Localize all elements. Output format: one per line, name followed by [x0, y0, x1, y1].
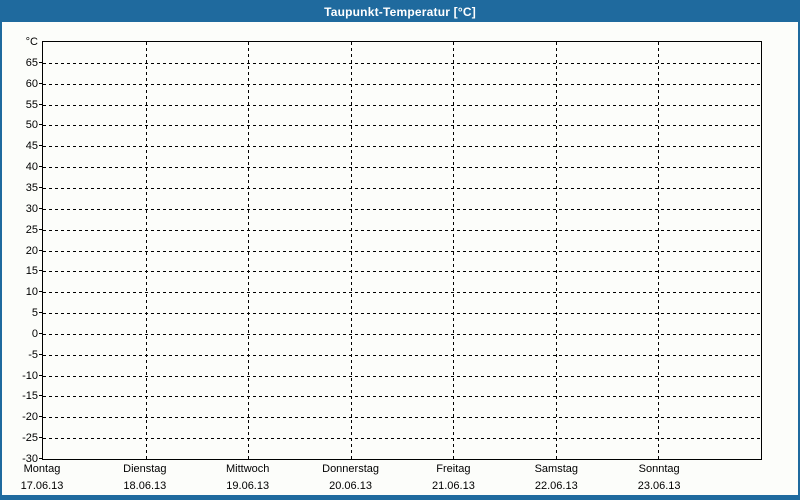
y-axis-tick-label: 25: [25, 223, 38, 236]
y-axis-tick-label: -25: [22, 432, 38, 445]
y-axis-tick-label: 0: [31, 327, 38, 340]
x-axis-date: 21.06.13: [432, 480, 475, 492]
y-axis-tick: [39, 103, 43, 105]
h-gridline: [43, 354, 761, 356]
y-axis-tick-label: 55: [25, 98, 38, 111]
x-axis-day-name: Donnerstag: [322, 463, 379, 475]
y-axis-tick: [39, 82, 43, 84]
v-gridline: [145, 42, 147, 459]
x-axis-date: 20.06.13: [329, 480, 372, 492]
h-gridline: [43, 396, 761, 398]
y-axis-tick-label: 40: [25, 161, 38, 174]
x-axis-category-label: Montag 17.06.13: [21, 463, 64, 492]
chart-canvas: °C 65 60 55 50 45 40 35 30 25 20 15 10 5 0 -5 -10 -15 -20…: [2, 22, 798, 495]
window-title: Taupunkt-Temperatur [°C]: [324, 5, 476, 19]
y-axis-tick-label: 5: [31, 307, 38, 320]
y-axis-unit-label: °C: [25, 36, 38, 48]
y-axis-tick: [39, 458, 43, 459]
y-axis-tick: [39, 186, 43, 188]
x-axis-date: 22.06.13: [534, 480, 578, 492]
h-gridline: [43, 167, 761, 169]
x-axis-category-label: Samstag 22.06.13: [535, 463, 578, 492]
y-axis-tick-label: -20: [22, 411, 38, 424]
y-axis-tick: [39, 395, 43, 397]
x-axis-day-name: Samstag: [534, 463, 578, 475]
h-gridline: [43, 208, 761, 210]
y-axis-tick-label: 10: [25, 286, 38, 299]
h-gridline: [43, 417, 761, 419]
y-axis-tick-label: 15: [25, 265, 38, 278]
v-gridline: [248, 42, 250, 459]
x-axis-date: 17.06.13: [20, 480, 64, 492]
x-axis-labels: Montag 17.06.13 Dienstag 18.06.13 Mittwoch 19…: [21, 463, 762, 495]
v-gridline: [350, 42, 352, 459]
x-axis-date: 23.06.13: [637, 480, 681, 492]
h-gridline: [43, 438, 761, 440]
h-gridline: [43, 313, 761, 315]
y-axis-tick-label: -10: [22, 369, 38, 382]
plot-area: °C 65 60 55 50 45 40 35 30 25 20 15 10 5 0 -5 -10 -15 -20…: [22, 36, 762, 465]
y-axis-tick: [39, 332, 43, 334]
h-gridline: [43, 229, 761, 231]
y-axis-tick: [39, 416, 43, 418]
h-gridline: [43, 271, 761, 273]
y-axis-tick: [39, 145, 43, 147]
x-axis-category-label: Sonntag 23.06.13: [638, 463, 681, 492]
y-axis-tick-label: -5: [28, 348, 38, 361]
y-axis-tick: [39, 249, 43, 251]
h-gridline: [43, 83, 761, 85]
h-gridline: [43, 250, 761, 252]
h-gridline: [43, 375, 761, 377]
x-axis-category-label: Freitag 21.06.13: [432, 463, 475, 492]
chart-window: Taupunkt-Temperatur [°C] °C 65 60 55 50 45 40…: [0, 0, 800, 500]
h-gridline: [43, 62, 761, 64]
x-axis-date: 18.06.13: [123, 480, 167, 492]
y-axis-tick: [39, 228, 43, 230]
x-axis-day-name: Sonntag: [638, 463, 680, 475]
y-axis-tick-label: 50: [25, 119, 38, 132]
x-axis-day-name: Dienstag: [123, 463, 167, 475]
y-axis-tick: [39, 353, 43, 355]
title-bar: Taupunkt-Temperatur [°C]: [2, 2, 798, 22]
x-axis-day-name: Mittwoch: [226, 463, 270, 475]
x-axis-day-name: Montag: [23, 463, 61, 475]
h-gridline: [43, 187, 761, 189]
y-axis-tick: [39, 437, 43, 439]
h-gridline: [43, 292, 761, 294]
x-axis-category-label: Mittwoch 19.06.13: [226, 463, 269, 492]
v-gridline: [453, 42, 455, 459]
x-axis-date: 19.06.13: [226, 480, 270, 492]
x-axis-category-label: Dienstag 18.06.13: [123, 463, 166, 492]
y-axis-tick: [39, 312, 43, 314]
y-axis-tick-label: 60: [25, 77, 38, 90]
y-axis-tick-label: 65: [25, 56, 38, 69]
x-axis-category-label: Donnerstag 20.06.13: [322, 463, 379, 492]
y-axis-tick: [39, 61, 43, 63]
y-axis-tick: [39, 124, 43, 126]
v-gridline: [555, 42, 557, 459]
v-gridline: [658, 42, 660, 459]
y-axis-tick-label: 35: [25, 181, 38, 194]
y-axis-tick: [39, 207, 43, 209]
y-axis-tick-label: -15: [22, 390, 38, 403]
x-axis-day-name: Freitag: [436, 463, 471, 475]
h-gridline: [43, 104, 761, 106]
y-axis-tick-label: 20: [25, 244, 38, 257]
y-axis-tick: [39, 166, 43, 168]
h-gridline: [43, 125, 761, 127]
h-gridline: [43, 146, 761, 148]
y-axis-tick: [39, 270, 43, 272]
y-axis-tick-label: 30: [25, 202, 38, 215]
y-axis-tick: [39, 291, 43, 293]
y-axis-tick-label: 45: [25, 140, 38, 153]
h-gridline: [43, 333, 761, 335]
y-axis-tick: [39, 374, 43, 376]
